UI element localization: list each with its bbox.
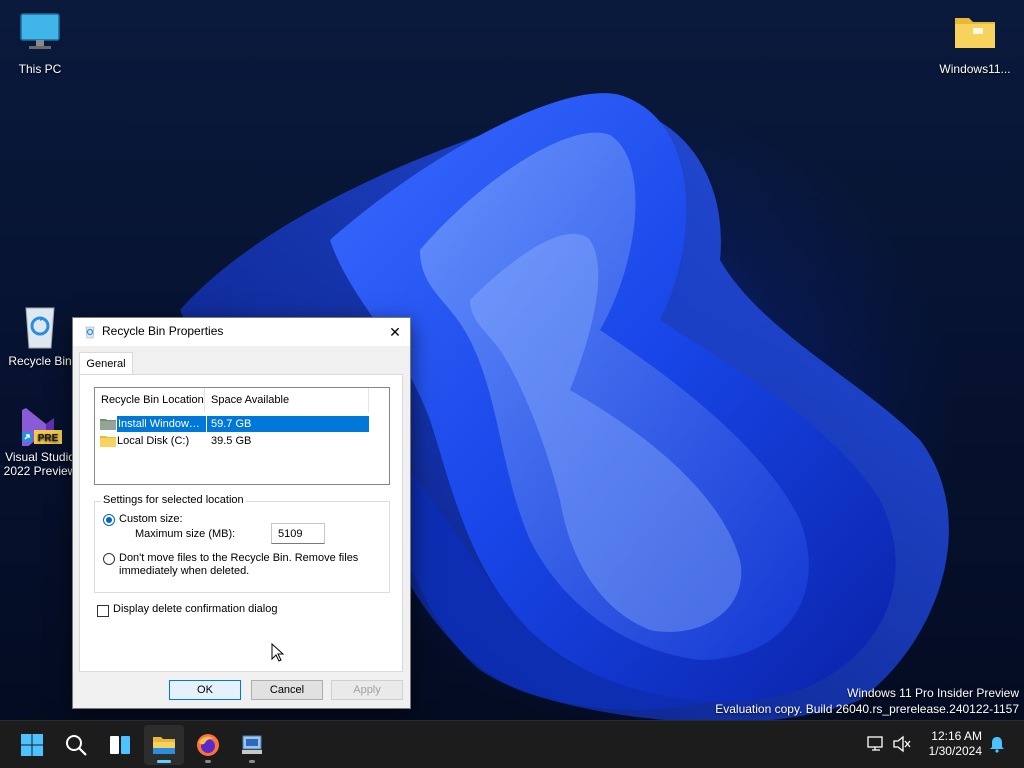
cancel-button[interactable]: Cancel <box>251 680 323 700</box>
desktop-icon-windows11-folder[interactable]: Windows11... <box>934 10 1016 76</box>
dialog-title: Recycle Bin Properties <box>102 324 224 338</box>
file-explorer-button[interactable] <box>144 725 184 765</box>
general-tab-panel: Recycle Bin Location Space Available Ins… <box>79 374 403 672</box>
search-icon <box>66 735 87 756</box>
start-icon <box>21 734 43 756</box>
volume-muted-icon[interactable] <box>892 735 912 758</box>
dont-move-files-label[interactable]: Don't move files to the Recycle Bin. Rem… <box>119 552 379 578</box>
custom-size-radio[interactable] <box>103 514 115 526</box>
desktop-icon-recycle-bin[interactable]: Recycle Bin <box>0 302 80 368</box>
firefox-button[interactable] <box>188 725 228 765</box>
desktop-icon-label: Visual Studio 2022 Preview <box>3 450 77 478</box>
settings-group: Settings for selected location Custom si… <box>94 494 390 593</box>
watermark-line-2: Evaluation copy. Build 26040.rs_prerelea… <box>715 702 1019 716</box>
widgets-button[interactable] <box>100 725 140 765</box>
search-button[interactable] <box>56 725 96 765</box>
max-size-label: Maximum size (MB): <box>135 528 236 540</box>
desktop-icon-visual-studio[interactable]: PRE Visual Studio 2022 Preview <box>0 398 80 478</box>
location-cell: Install Window… <box>117 416 206 432</box>
location-cell: Local Disk (C:) <box>117 435 190 447</box>
folder-icon <box>951 10 999 58</box>
column-header-location[interactable]: Recycle Bin Location <box>95 388 205 412</box>
title-bar[interactable]: Recycle Bin Properties ✕ <box>73 318 410 346</box>
running-indicator <box>249 760 255 763</box>
space-cell: 59.7 GB <box>207 416 369 432</box>
ok-button[interactable]: OK <box>169 680 241 700</box>
settings-group-legend: Settings for selected location <box>101 494 246 506</box>
clock-time: 12:16 AM <box>931 729 982 743</box>
visual-studio-icon: PRE <box>16 398 64 448</box>
desktop-icon-label: This PC <box>18 62 62 76</box>
clock-date: 1/30/2024 <box>928 744 982 758</box>
desktop-icon-label: Windows11... <box>939 62 1011 76</box>
tab-general[interactable]: General <box>79 352 133 375</box>
file-explorer-icon <box>153 737 175 754</box>
column-header-space[interactable]: Space Available <box>205 388 369 412</box>
recycle-bin-icon <box>16 302 64 350</box>
delete-confirmation-checkbox[interactable] <box>97 605 109 617</box>
recycle-bin-icon <box>85 326 95 339</box>
mouse-cursor-icon <box>271 643 285 662</box>
space-cell: 39.5 GB <box>211 435 252 447</box>
desktop-icon-label: Recycle Bin <box>8 354 72 368</box>
running-indicator <box>157 760 171 763</box>
custom-size-label[interactable]: Custom size: <box>119 513 183 525</box>
control-panel-button[interactable] <box>232 725 272 765</box>
clock[interactable]: 12:16 AM 1/30/2024 <box>929 729 982 759</box>
max-size-input[interactable]: 5109 <box>271 523 325 544</box>
start-button[interactable] <box>12 725 52 765</box>
dont-move-files-radio[interactable] <box>103 553 115 565</box>
taskbar: 12:16 AM 1/30/2024 <box>0 720 1024 768</box>
control-panel-icon <box>242 735 262 754</box>
location-list[interactable]: Recycle Bin Location Space Available Ins… <box>94 387 390 485</box>
list-item-local-disk[interactable]: Local Disk (C:) 39.5 GB <box>99 433 371 449</box>
folder-icon <box>100 436 116 447</box>
notification-bell-icon[interactable] <box>988 735 1006 758</box>
desktop-icon-this-pc[interactable]: This PC <box>0 10 80 76</box>
firefox-icon <box>197 734 219 756</box>
evaluation-watermark: Windows 11 Pro Insider Preview Evaluatio… <box>715 685 1019 717</box>
running-indicator <box>205 760 211 763</box>
monitor-icon <box>16 10 64 58</box>
network-icon[interactable] <box>866 735 886 758</box>
widgets-icon <box>110 736 130 754</box>
watermark-line-1: Windows 11 Pro Insider Preview <box>847 686 1019 700</box>
delete-confirmation-label[interactable]: Display delete confirmation dialog <box>113 603 277 615</box>
list-item-install-windows[interactable]: Install Window… 59.7 GB <box>99 416 371 432</box>
apply-button[interactable]: Apply <box>331 680 403 700</box>
close-button[interactable]: ✕ <box>380 318 410 346</box>
drive-icon <box>100 419 116 430</box>
pre-badge: PRE <box>38 433 59 444</box>
recycle-bin-properties-dialog: Recycle Bin Properties ✕ General Recycle… <box>72 317 411 709</box>
